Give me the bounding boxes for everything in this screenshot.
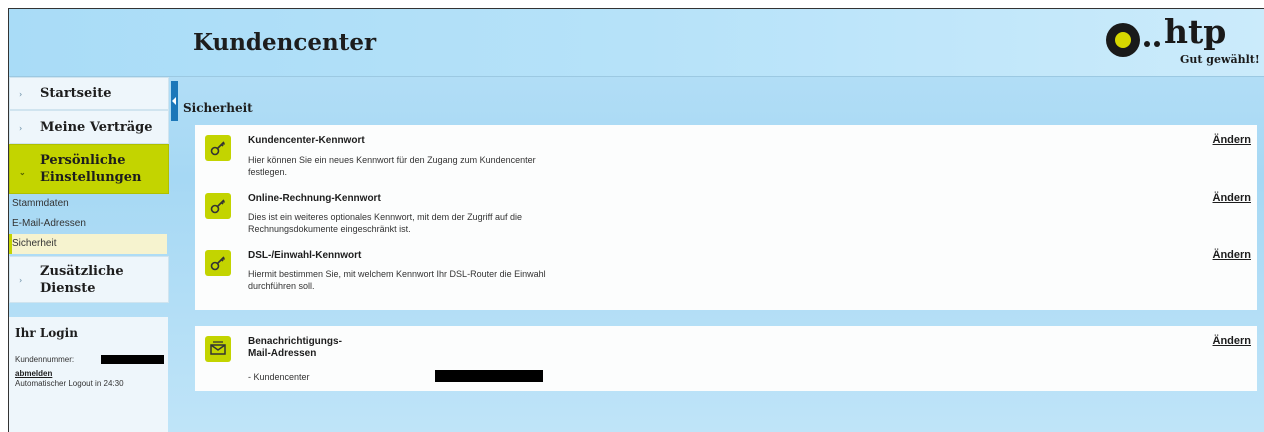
sidebar-collapse-toggle[interactable]: [171, 81, 178, 121]
sidebar-item-startseite[interactable]: › Startseite: [9, 77, 169, 110]
login-box: Ihr Login Kundennummer: abmelden Automat…: [9, 317, 168, 432]
row-title: Online-Rechnung-Kennwort: [248, 193, 381, 204]
auto-logout-text: Automatischer Logout in 24:30: [15, 379, 124, 388]
logo-dot-icon: [1154, 41, 1160, 47]
sidebar-item-vertraege[interactable]: › Meine Verträge: [9, 110, 169, 144]
chevron-down-icon: ⌄: [19, 167, 26, 177]
notification-panel: Benachrichtigungs- Mail-Adressen - Kunde…: [195, 326, 1257, 391]
logo-text: htp: [1164, 12, 1227, 51]
page-frame: Kundencenter htp Gut gewählt! › Startsei…: [8, 8, 1264, 432]
list-item: Kundencenter-Kennwort Hier können Sie ei…: [195, 125, 1257, 187]
htp-logo[interactable]: htp Gut gewählt!: [1102, 12, 1262, 72]
change-link[interactable]: Ändern: [1213, 249, 1252, 261]
key-icon: [205, 193, 231, 219]
security-panel: Kundencenter-Kennwort Hier können Sie ei…: [195, 125, 1257, 310]
row-title: DSL-/Einwahl-Kennwort: [248, 250, 362, 261]
change-link[interactable]: Ändern: [1213, 134, 1252, 146]
row-title: Kundencenter-Kennwort: [248, 135, 365, 146]
row-description: Hier können Sie ein neues Kennwort für d…: [248, 155, 536, 177]
login-heading: Ihr Login: [15, 326, 78, 340]
page-title: Kundencenter: [193, 29, 377, 56]
sidebar-subitem-sicherheit[interactable]: Sicherheit: [9, 234, 167, 254]
redacted-email: [435, 370, 543, 382]
row-title: Benachrichtigungs- Mail-Adressen: [248, 336, 342, 359]
sidebar-item-einstellungen[interactable]: ⌄ Persönliche Einstellungen: [9, 144, 169, 194]
redacted-customer-number: [101, 355, 164, 364]
sidebar-item-dienste[interactable]: › Zusätzliche Dienste: [9, 256, 169, 303]
customer-number-label: Kundennummer:: [15, 355, 75, 364]
change-link[interactable]: Ändern: [1213, 335, 1252, 347]
header: Kundencenter htp Gut gewählt!: [9, 9, 1264, 77]
logo-slogan: Gut gewählt!: [1180, 53, 1260, 66]
chevron-right-icon: ›: [19, 275, 23, 285]
key-icon: [205, 250, 231, 276]
sidebar-subitem-email[interactable]: E-Mail-Adressen: [9, 214, 167, 234]
sidebar-subitem-stammdaten[interactable]: Stammdaten: [9, 194, 167, 214]
row-description: Hiermit bestimmen Sie, mit welchem Kennw…: [248, 269, 546, 291]
key-icon: [205, 135, 231, 161]
logo-circle-icon: [1106, 23, 1140, 57]
list-item: Online-Rechnung-Kennwort Dies ist ein we…: [195, 187, 1257, 244]
change-link[interactable]: Ändern: [1213, 192, 1252, 204]
section-title: Sicherheit: [183, 101, 253, 115]
chevron-right-icon: ›: [19, 89, 23, 99]
list-item: DSL-/Einwahl-Kennwort Hiermit bestimmen …: [195, 244, 1257, 310]
logout-link[interactable]: abmelden: [15, 369, 52, 378]
list-item: Benachrichtigungs- Mail-Adressen - Kunde…: [195, 326, 1257, 391]
envelope-icon: [205, 336, 231, 362]
chevron-right-icon: ›: [19, 123, 23, 133]
logo-dot-icon: [1144, 41, 1150, 47]
row-description: Dies ist ein weiteres optionales Kennwor…: [248, 212, 522, 234]
